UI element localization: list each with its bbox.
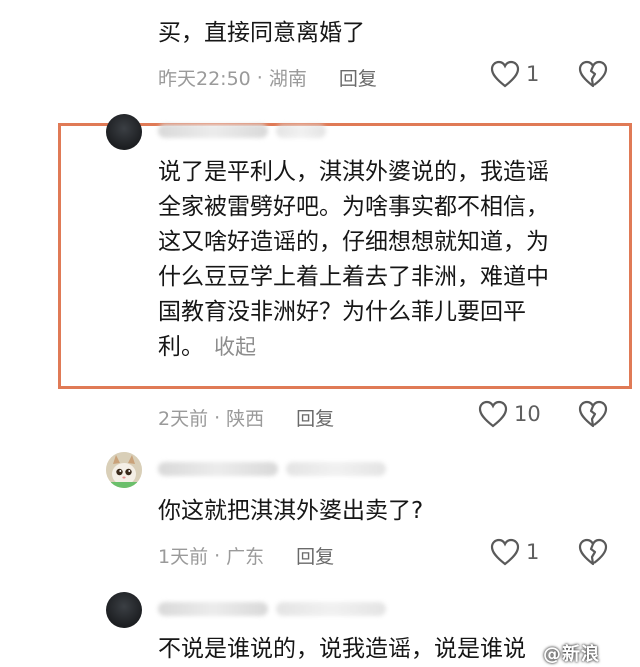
- avatar[interactable]: [106, 114, 142, 150]
- dislike-button[interactable]: [578, 538, 608, 566]
- comment-line-last: 利。 收起: [158, 330, 618, 365]
- comment-line: 全家被雷劈好吧。为啥事实都不相信，: [158, 194, 549, 220]
- comment-location: 陕西: [226, 408, 265, 430]
- like-count: 10: [514, 402, 541, 426]
- broken-heart-icon: [578, 538, 608, 566]
- comment-meta: 昨天22:50 · 湖南 回复: [158, 64, 377, 91]
- broken-heart-icon: [578, 60, 608, 88]
- collapse-button[interactable]: 收起: [214, 335, 256, 359]
- comment-line: 利。: [158, 334, 204, 360]
- username-blur: [158, 124, 268, 138]
- reply-button[interactable]: 回复: [296, 542, 334, 569]
- avatar[interactable]: [106, 452, 142, 488]
- cat-avatar-icon: [106, 452, 142, 488]
- comment-meta: 2天前 · 陕西 回复: [158, 404, 334, 431]
- comment-time: 1天前: [158, 546, 209, 568]
- username-blur: [276, 602, 386, 616]
- username-blur: [276, 124, 326, 138]
- meta-separator: ·: [214, 544, 221, 567]
- watermark: @新浪: [543, 644, 600, 665]
- comment-location: 广东: [226, 546, 265, 568]
- heart-icon: [490, 60, 520, 88]
- heart-icon: [478, 400, 508, 428]
- username-blur: [286, 462, 386, 476]
- avatar[interactable]: [106, 592, 142, 628]
- reply-button[interactable]: 回复: [339, 64, 377, 91]
- comment-time: 2天前: [158, 408, 209, 430]
- comment-line: 说了是平利人，淇淇外婆说的，我造谣: [158, 159, 549, 185]
- username-blur: [158, 602, 268, 616]
- username-blur: [158, 462, 278, 476]
- heart-icon: [490, 538, 520, 566]
- comment-text: 买，直接同意离婚了: [158, 20, 365, 46]
- dislike-button[interactable]: [578, 400, 608, 428]
- comment-text: 不说是谁说的，说我造谣，说是谁说: [158, 636, 526, 662]
- like-count: 1: [526, 540, 540, 564]
- comment-line: 这又啥好造谣的，仔细想想就知道，为: [158, 229, 549, 255]
- comment-location: 湖南: [268, 68, 307, 90]
- like-button[interactable]: 1: [490, 60, 539, 88]
- reply-button[interactable]: 回复: [296, 404, 334, 431]
- username-blurred: [158, 602, 386, 616]
- comment-text: 你这就把淇淇外婆出卖了?: [158, 498, 424, 524]
- meta-separator: ·: [256, 66, 263, 89]
- like-count: 1: [526, 62, 540, 86]
- comment-time: 昨天22:50: [158, 68, 251, 90]
- like-button[interactable]: 1: [490, 538, 539, 566]
- comment-meta: 1天前 · 广东 回复: [158, 542, 334, 569]
- comment-line: 国教育没非洲好？为什么菲儿要回平: [158, 299, 526, 325]
- username-blurred: [158, 124, 326, 138]
- broken-heart-icon: [578, 400, 608, 428]
- comment-text: 说了是平利人，淇淇外婆说的，我造谣 全家被雷劈好吧。为啥事实都不相信， 这又啥好…: [158, 155, 618, 365]
- dislike-button[interactable]: [578, 60, 608, 88]
- comment-line: 什么豆豆学上着上着去了非洲，难道中: [158, 264, 549, 290]
- meta-separator: ·: [214, 406, 221, 429]
- username-blurred: [158, 462, 386, 476]
- like-button[interactable]: 10: [478, 400, 541, 428]
